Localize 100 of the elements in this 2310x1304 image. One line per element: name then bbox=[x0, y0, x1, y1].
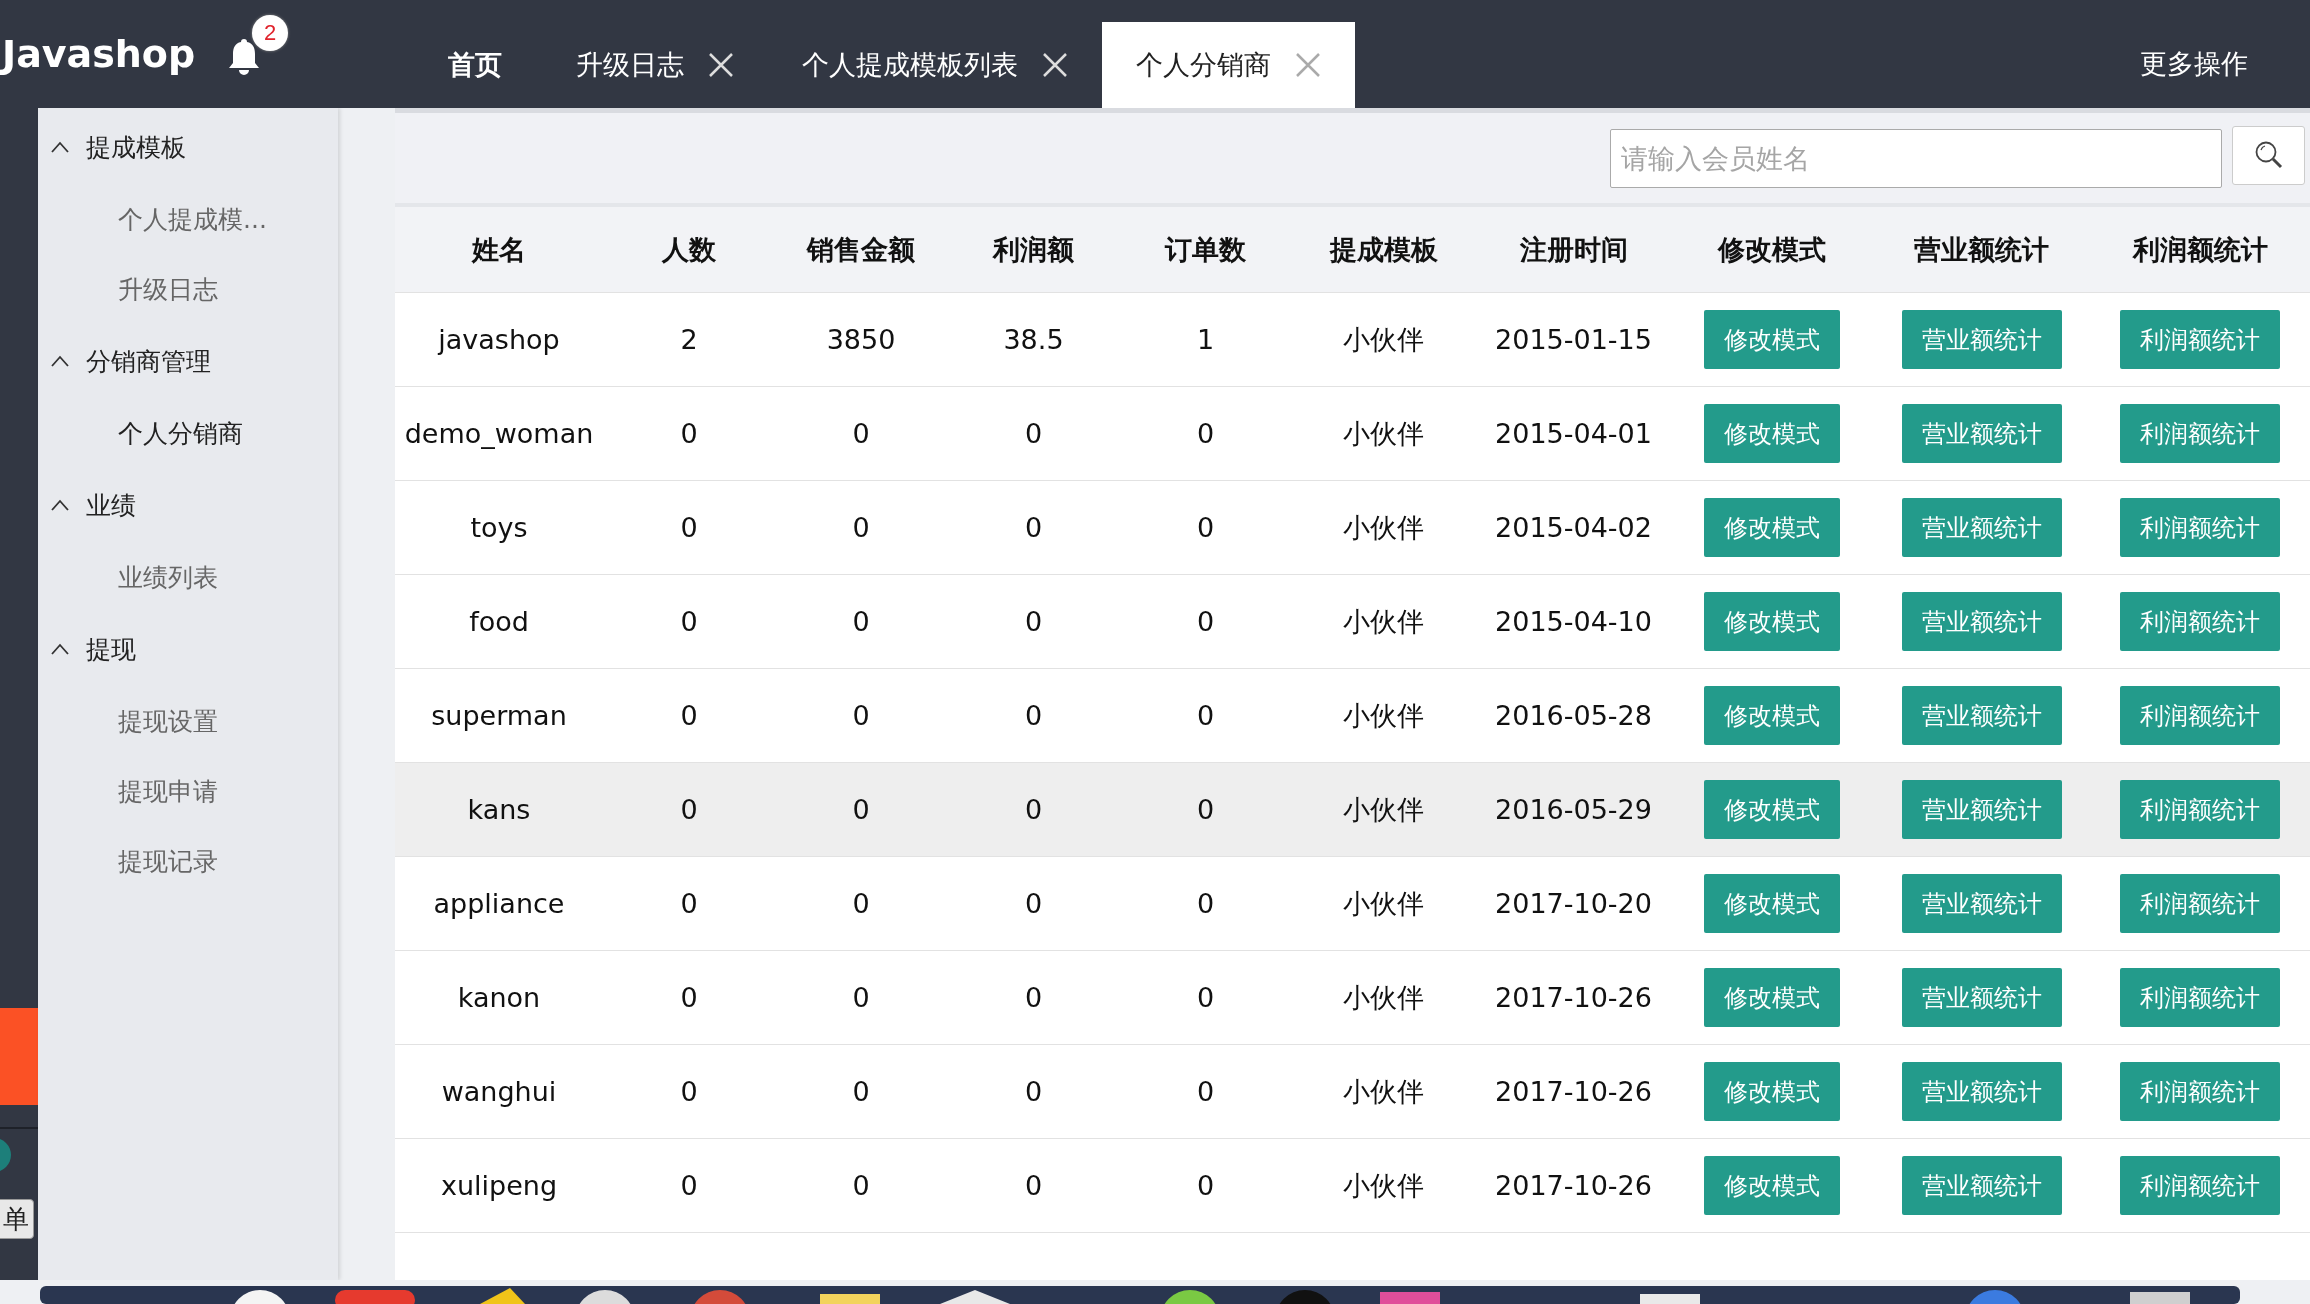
action-button[interactable]: 利润额统计 bbox=[2120, 310, 2280, 369]
table-cell-text: 0 bbox=[851, 982, 871, 1013]
table-cell-text: 0 bbox=[679, 606, 699, 637]
action-button[interactable]: 修改模式 bbox=[1704, 968, 1840, 1027]
table-cell-text: 0 bbox=[851, 1170, 871, 1201]
action-button[interactable]: 营业额统计 bbox=[1901, 310, 2062, 369]
table-cell-text: 0 bbox=[679, 982, 699, 1013]
search-button[interactable] bbox=[2232, 125, 2305, 185]
table-cell-text: 0 bbox=[851, 512, 871, 543]
table-cell-text: 小伙伴 bbox=[1342, 1168, 1425, 1203]
table-cell-text: 0 bbox=[1195, 700, 1216, 731]
action-button[interactable]: 营业额统计 bbox=[1901, 686, 2062, 745]
table-cell-text: 0 bbox=[851, 606, 871, 637]
tab[interactable]: 个人提成模板列表 bbox=[768, 22, 1102, 108]
menu-group[interactable]: 分销商管理 bbox=[38, 324, 338, 398]
tab[interactable]: 首页 bbox=[408, 22, 542, 108]
table-cell-text: appliance bbox=[432, 888, 566, 919]
action-button[interactable]: 利润额统计 bbox=[2120, 1062, 2280, 1121]
table-cell-text: 38.5 bbox=[1002, 324, 1065, 355]
table-cell-text: 0 bbox=[1023, 700, 1044, 731]
action-button[interactable]: 修改模式 bbox=[1704, 404, 1840, 463]
action-button[interactable]: 利润额统计 bbox=[2120, 592, 2280, 651]
table-cell-text: wanghui bbox=[440, 1076, 558, 1107]
table-cell-text: 0 bbox=[1195, 794, 1216, 825]
table-cell-text: kans bbox=[466, 794, 532, 825]
column-header: 销售金额 bbox=[805, 232, 916, 267]
app-logo: Javashop bbox=[2, 32, 197, 76]
menu-group[interactable]: 提现 bbox=[38, 612, 338, 686]
search-icon bbox=[2253, 140, 2284, 170]
table-cell-text: 0 bbox=[1023, 794, 1044, 825]
action-button[interactable]: 营业额统计 bbox=[1901, 780, 2062, 839]
table-cell-text: 0 bbox=[1023, 606, 1044, 637]
column-header: 利润额 bbox=[991, 232, 1075, 267]
action-button[interactable]: 利润额统计 bbox=[2120, 968, 2280, 1027]
table-cell-text: 2017-10-26 bbox=[1494, 1076, 1653, 1107]
table-cell-text: 小伙伴 bbox=[1342, 886, 1425, 921]
table-cell-text: 0 bbox=[1023, 982, 1044, 1013]
table-cell-text: 0 bbox=[1023, 1170, 1044, 1201]
tab[interactable]: 个人分销商 bbox=[1102, 22, 1355, 108]
menu-item[interactable]: 升级日志 bbox=[38, 254, 338, 324]
menu-group[interactable]: 提成模板 bbox=[38, 110, 338, 184]
table-cell-text: 2017-10-26 bbox=[1494, 1170, 1653, 1201]
table-cell-text: 2015-04-10 bbox=[1494, 606, 1653, 637]
action-button[interactable]: 修改模式 bbox=[1704, 1156, 1840, 1215]
table-cell-text: 1 bbox=[1195, 324, 1216, 355]
action-button[interactable]: 利润额统计 bbox=[2120, 780, 2280, 839]
action-button[interactable]: 营业额统计 bbox=[1901, 592, 2062, 651]
table-cell-text: 0 bbox=[679, 512, 699, 543]
table-cell-text: 0 bbox=[1195, 982, 1216, 1013]
table-cell-text: 0 bbox=[1023, 418, 1044, 449]
table-cell-text: 2016-05-29 bbox=[1494, 794, 1653, 825]
table-cell-text: kanon bbox=[456, 982, 542, 1013]
action-button[interactable]: 营业额统计 bbox=[1901, 404, 2062, 463]
table-cell-text: 小伙伴 bbox=[1342, 510, 1425, 545]
menu-item[interactable]: 个人提成模... bbox=[38, 184, 338, 254]
menu-item[interactable]: 个人分销商 bbox=[38, 398, 338, 468]
tab[interactable]: 升级日志 bbox=[542, 22, 768, 108]
action-button[interactable]: 利润额统计 bbox=[2120, 404, 2280, 463]
action-button[interactable]: 利润额统计 bbox=[2120, 1156, 2280, 1215]
action-button[interactable]: 修改模式 bbox=[1704, 498, 1840, 557]
table-cell-text: 2016-05-28 bbox=[1494, 700, 1653, 731]
menu-item[interactable]: 提现设置 bbox=[38, 686, 338, 756]
table-cell-text: 0 bbox=[851, 418, 871, 449]
bell-icon[interactable] bbox=[228, 37, 260, 77]
table-cell-text: 2015-01-15 bbox=[1494, 324, 1653, 355]
table-cell-text: 0 bbox=[1195, 1076, 1216, 1107]
table-cell-text: toys bbox=[469, 512, 529, 543]
action-button[interactable]: 修改模式 bbox=[1704, 592, 1840, 651]
action-button[interactable]: 修改模式 bbox=[1704, 1062, 1840, 1121]
action-button[interactable]: 修改模式 bbox=[1704, 780, 1840, 839]
action-button[interactable]: 利润额统计 bbox=[2120, 874, 2280, 933]
table-cell-text: 小伙伴 bbox=[1342, 980, 1425, 1015]
notification-badge: 2 bbox=[252, 15, 288, 51]
action-button[interactable]: 利润额统计 bbox=[2120, 686, 2280, 745]
menu-item[interactable]: 提现记录 bbox=[38, 826, 338, 896]
table-cell-text: 0 bbox=[679, 794, 699, 825]
menu-group[interactable]: 业绩 bbox=[38, 468, 338, 542]
action-button[interactable]: 修改模式 bbox=[1704, 874, 1840, 933]
action-button[interactable]: 营业额统计 bbox=[1901, 1062, 2062, 1121]
action-button[interactable]: 修改模式 bbox=[1704, 310, 1840, 369]
table-cell-text: 0 bbox=[1023, 512, 1044, 543]
search-field[interactable]: 请输入会员姓名 bbox=[1610, 128, 2222, 188]
table-cell-text: 2015-04-01 bbox=[1494, 418, 1653, 449]
more-actions-button[interactable]: 更多操作 bbox=[2134, 45, 2254, 83]
menu-button[interactable]: 单 bbox=[0, 1199, 34, 1239]
table-cell-text: 小伙伴 bbox=[1342, 416, 1425, 451]
table-cell-text: 2017-10-20 bbox=[1494, 888, 1653, 919]
action-button[interactable]: 营业额统计 bbox=[1901, 1156, 2062, 1215]
action-button[interactable]: 营业额统计 bbox=[1901, 874, 2062, 933]
menu-item[interactable]: 提现申请 bbox=[38, 756, 338, 826]
column-header: 利润额统计 bbox=[2131, 232, 2269, 267]
action-button[interactable]: 营业额统计 bbox=[1901, 498, 2062, 557]
table-cell-text: food bbox=[468, 606, 530, 637]
column-header: 提成模板 bbox=[1328, 232, 1439, 267]
table-cell-text: 小伙伴 bbox=[1342, 698, 1425, 733]
action-button[interactable]: 修改模式 bbox=[1704, 686, 1840, 745]
action-button[interactable]: 营业额统计 bbox=[1901, 968, 2062, 1027]
menu-item[interactable]: 业绩列表 bbox=[38, 542, 338, 612]
table-cell-text: 2017-10-26 bbox=[1494, 982, 1653, 1013]
action-button[interactable]: 利润额统计 bbox=[2120, 498, 2280, 557]
